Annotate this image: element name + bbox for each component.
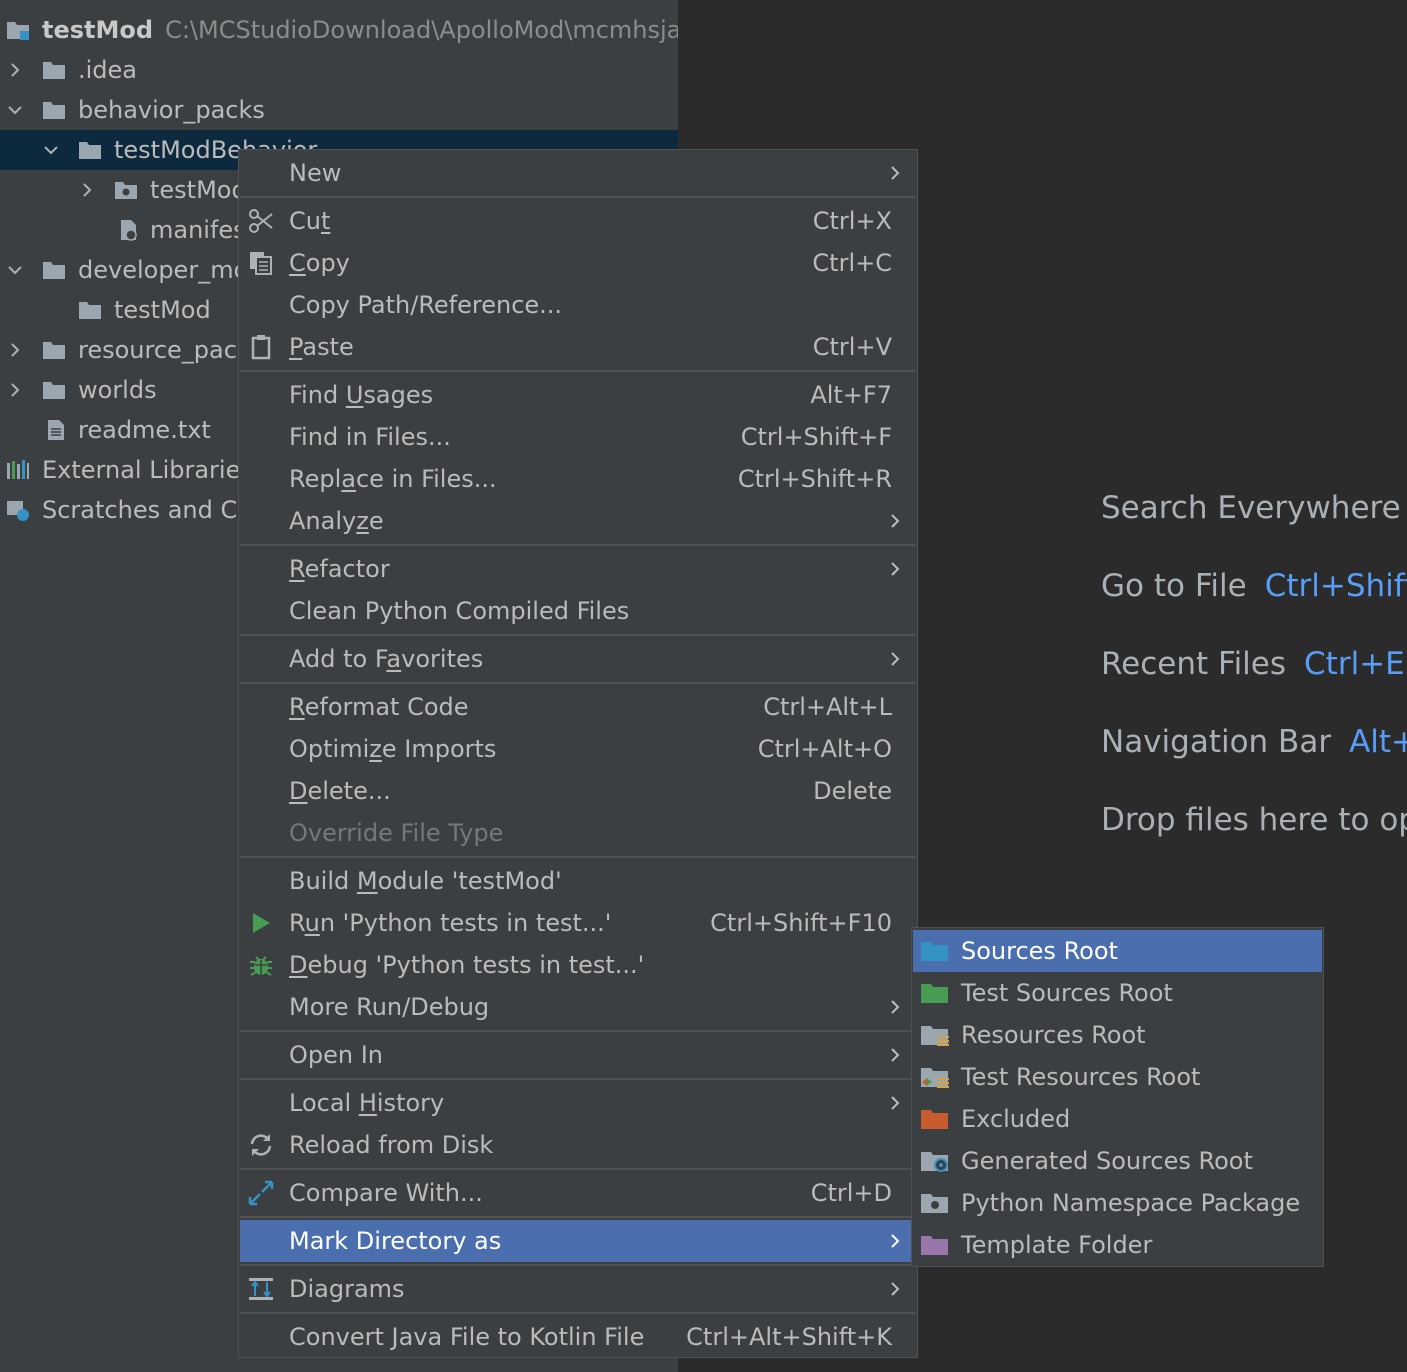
- shortcut-label: Ctrl+X: [812, 207, 892, 235]
- menu-separator: [240, 634, 916, 636]
- menu-item-paste[interactable]: Paste Ctrl+V: [240, 326, 916, 368]
- chevron-right-icon: [891, 1282, 900, 1296]
- chevron-right-icon: [891, 1048, 900, 1062]
- menu-item-cut[interactable]: Cut Ctrl+X: [240, 200, 916, 242]
- shortcut-label: Ctrl+Alt+L: [763, 693, 892, 721]
- menu-item-reformat-code[interactable]: Reformat Code Ctrl+Alt+L: [240, 686, 916, 728]
- diagram-icon: [249, 1278, 273, 1300]
- menu-item-mark-directory-as[interactable]: Mark Directory as: [240, 1220, 916, 1262]
- menu-separator: [240, 1264, 916, 1266]
- menu-item-replace-in-files[interactable]: Replace in Files... Ctrl+Shift+R: [240, 458, 916, 500]
- submenu-item-sources-root[interactable]: Sources Root: [913, 930, 1322, 972]
- shortcut-label: Ctrl+V: [812, 333, 892, 361]
- copy-icon: [250, 252, 272, 275]
- menu-item-optimize-imports[interactable]: Optimize Imports Ctrl+Alt+O: [240, 728, 916, 770]
- compare-arrows-icon: [248, 1180, 274, 1206]
- menu-item-find-usages[interactable]: Find Usages Alt+F7: [240, 374, 916, 416]
- menu-item-clean-python[interactable]: Clean Python Compiled Files: [240, 590, 916, 632]
- submenu-item-python-namespace-package[interactable]: Python Namespace Package: [913, 1182, 1322, 1224]
- menu-separator: [240, 856, 916, 858]
- shortcut-label: Ctrl+D: [810, 1179, 892, 1207]
- hint-search-everywhere: Search EverywhereDouble Shift: [1101, 488, 1407, 528]
- reload-icon: [250, 1134, 272, 1156]
- hint-recent-files: Recent Files Ctrl+E: [1101, 644, 1405, 684]
- submenu-item-resources-root[interactable]: Resources Root: [913, 1014, 1322, 1056]
- shortcut-label: Ctrl+C: [812, 249, 892, 277]
- menu-item-analyze[interactable]: Analyze: [240, 500, 916, 542]
- menu-item-local-history[interactable]: Local History: [240, 1082, 916, 1124]
- menu-item-add-to-favorites[interactable]: Add to Favorites: [240, 638, 916, 680]
- hint-label: Search Everywhere: [1101, 490, 1401, 526]
- menu-item-copy[interactable]: Copy Ctrl+C: [240, 242, 916, 284]
- menu-separator: [240, 1312, 916, 1314]
- menu-separator: [240, 1216, 916, 1218]
- menu-item-compare-with[interactable]: Compare With... Ctrl+D: [240, 1172, 916, 1214]
- shortcut-label: Ctrl+Shift+R: [737, 465, 892, 493]
- shortcut-label: Ctrl+Alt+Shift+K: [686, 1323, 892, 1351]
- menu-item-copy-path[interactable]: Copy Path/Reference...: [240, 284, 916, 326]
- chevron-right-icon: [891, 562, 900, 576]
- chevron-right-icon: [891, 1000, 900, 1014]
- menu-item-override-file-type: Override File Type: [289, 819, 504, 847]
- menu-separator: [240, 370, 916, 372]
- bug-icon: [250, 956, 272, 976]
- chevron-right-icon: [891, 166, 900, 180]
- hint-label: Recent Files: [1101, 646, 1287, 682]
- menu-item-run[interactable]: Run 'Python tests in test...' Ctrl+Shift…: [240, 902, 916, 944]
- menu-separator: [240, 544, 916, 546]
- namespace-package-folder-icon: [921, 1194, 948, 1213]
- submenu-item-template-folder[interactable]: Template Folder: [913, 1224, 1322, 1266]
- chevron-right-icon: [891, 1096, 900, 1110]
- menu-item-find-in-files[interactable]: Find in Files... Ctrl+Shift+F: [240, 416, 916, 458]
- submenu-item-test-resources-root[interactable]: Test Resources Root: [913, 1056, 1322, 1098]
- menu-item-diagrams[interactable]: Diagrams: [240, 1268, 916, 1310]
- chevron-right-icon: [891, 1234, 900, 1248]
- submenu-item-test-sources-root[interactable]: Test Sources Root: [913, 972, 1322, 1014]
- menu-item-convert-to-kotlin[interactable]: Convert Java File to Kotlin File Ctrl+Al…: [240, 1316, 916, 1358]
- run-icon: [253, 913, 270, 933]
- menu-separator: [240, 1078, 916, 1080]
- shortcut-label: Ctrl+Alt+O: [757, 735, 892, 763]
- menu-item-more-run-debug[interactable]: More Run/Debug: [240, 986, 916, 1028]
- excluded-folder-icon: [921, 1110, 948, 1129]
- context-menu: New Cut Ctrl+X Copy Ctrl+C Copy Path/Ref…: [238, 149, 918, 1358]
- menu-separator: [240, 682, 916, 684]
- resources-folder-icon: [921, 1026, 949, 1046]
- sources-root-folder-icon: [921, 942, 948, 961]
- hint-go-to-file: Go to File Ctrl+Shift+N: [1101, 566, 1407, 606]
- chevron-right-icon: [891, 652, 900, 666]
- mark-directory-submenu: Sources Root Test Sources Root Resources…: [911, 927, 1324, 1267]
- hint-label: Drop files here to open: [1101, 802, 1407, 838]
- menu-item-new[interactable]: New: [240, 152, 916, 194]
- menu-item-reload-from-disk[interactable]: Reload from Disk: [240, 1124, 916, 1166]
- template-folder-icon: [921, 1236, 948, 1255]
- shortcut-label: Ctrl+Shift+F10: [710, 909, 892, 937]
- hint-navigation-bar: Navigation Bar Alt+Home: [1101, 722, 1407, 762]
- menu-item-debug[interactable]: Debug 'Python tests in test...': [240, 944, 916, 986]
- scissors-icon: [249, 209, 273, 233]
- shortcut-label: Delete: [813, 777, 892, 805]
- menu-item-delete[interactable]: Delete... Delete: [240, 770, 916, 812]
- clipboard-icon: [251, 335, 271, 360]
- shortcut-label: Ctrl+Shift+F: [740, 423, 892, 451]
- submenu-item-generated-sources-root[interactable]: Generated Sources Root: [913, 1140, 1322, 1182]
- hint-label: Navigation Bar: [1101, 724, 1332, 760]
- hint-key: Alt+Home: [1349, 724, 1407, 760]
- test-resources-folder-icon: [921, 1068, 949, 1088]
- chevron-right-icon: [891, 514, 900, 528]
- hint-key: Ctrl+Shift+N: [1264, 568, 1407, 604]
- shortcut-label: Alt+F7: [810, 381, 892, 409]
- menu-item-build-module[interactable]: Build Module 'testMod': [240, 860, 916, 902]
- test-sources-folder-icon: [921, 984, 948, 1003]
- menu-item-open-in[interactable]: Open In: [240, 1034, 916, 1076]
- menu-separator: [240, 1168, 916, 1170]
- menu-separator: [240, 196, 916, 198]
- hint-drop-files: Drop files here to open: [1101, 800, 1407, 840]
- hint-label: Go to File: [1101, 568, 1247, 604]
- generated-sources-folder-icon: [921, 1152, 948, 1172]
- menu-item-refactor[interactable]: Refactor: [240, 548, 916, 590]
- hint-key: Ctrl+E: [1304, 646, 1405, 682]
- menu-separator: [240, 1030, 916, 1032]
- submenu-item-excluded[interactable]: Excluded: [913, 1098, 1322, 1140]
